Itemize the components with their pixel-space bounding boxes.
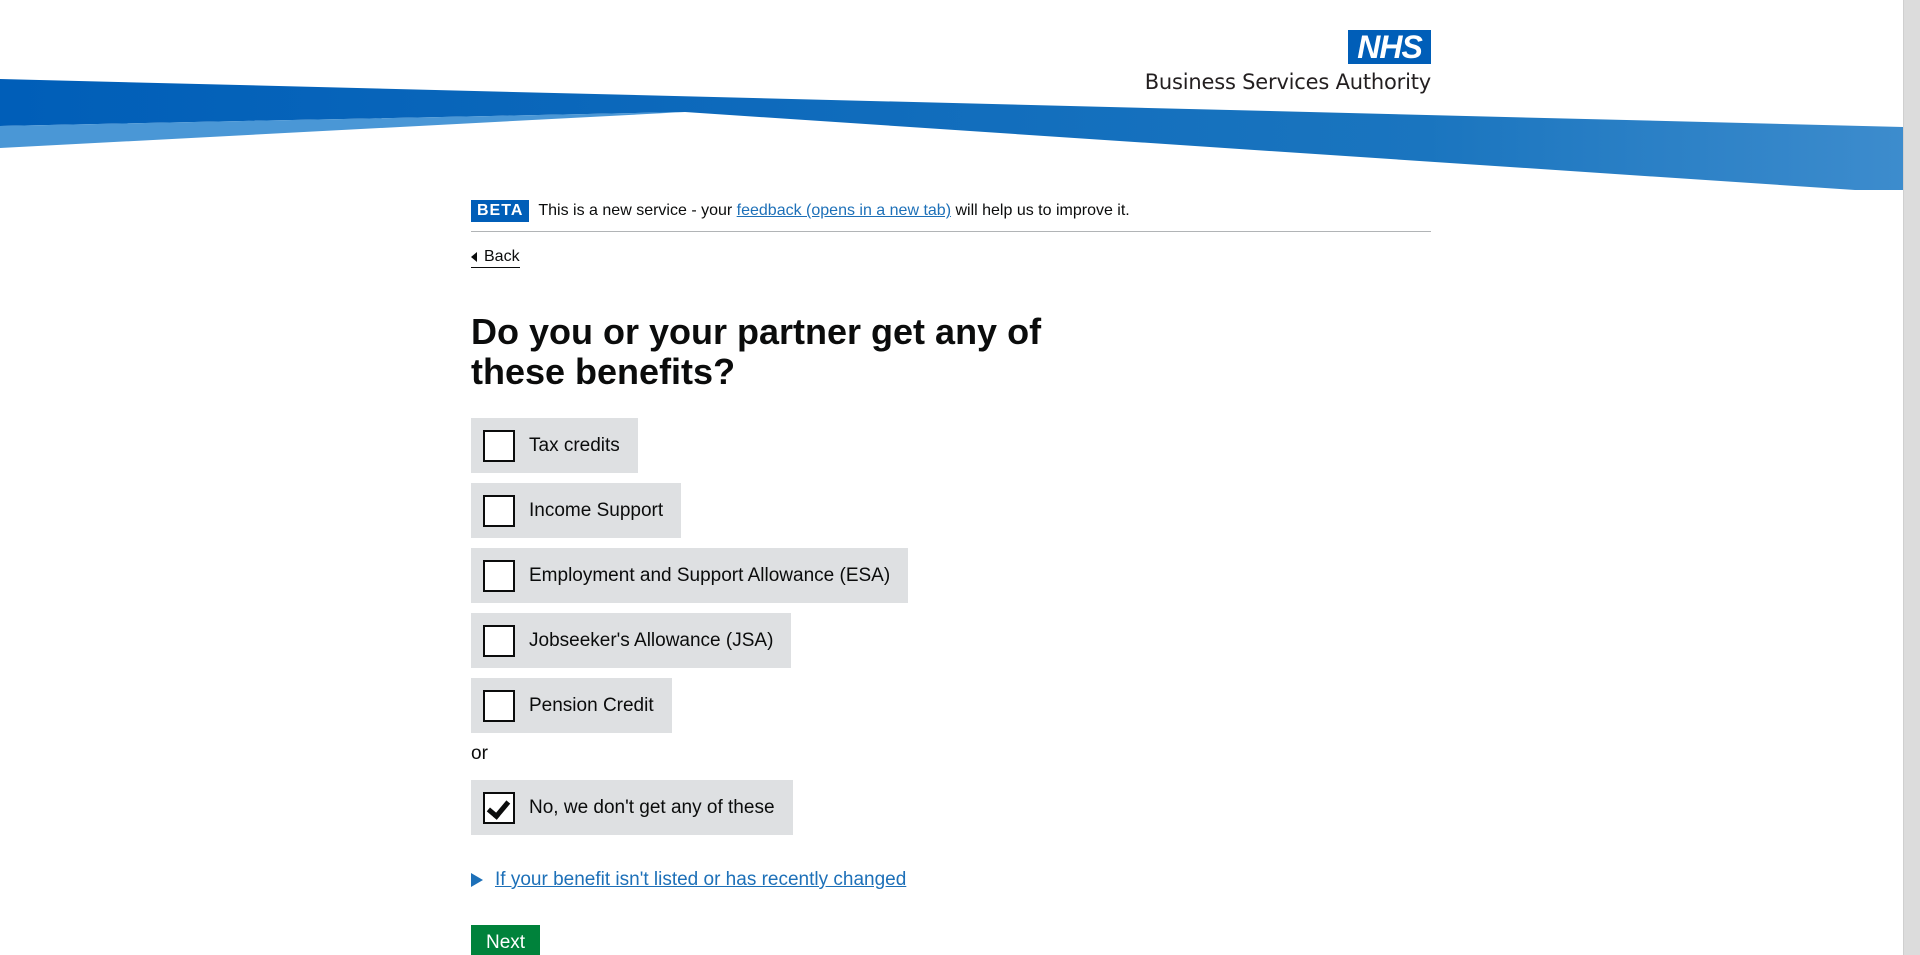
checkbox-jsa[interactable]	[483, 624, 515, 657]
option-jsa[interactable]: Jobseeker's Allowance (JSA)	[471, 613, 792, 668]
checkbox-pension-credit[interactable]	[483, 689, 515, 722]
beta-text-after: will help us to improve it.	[951, 202, 1130, 219]
checkbox-income-support[interactable]	[483, 494, 515, 527]
checkbox-esa[interactable]	[483, 559, 515, 592]
checkbox-none-checked[interactable]	[483, 791, 515, 824]
option-label: Pension Credit	[529, 694, 654, 716]
triangle-right-icon	[471, 873, 483, 887]
details-summary-link[interactable]: If your benefit isn't listed or has rece…	[495, 869, 906, 891]
beta-divider	[471, 231, 1431, 232]
beta-banner: BETA This is a new service - your feedba…	[471, 199, 1431, 223]
option-tax-credits[interactable]: Tax credits	[471, 418, 638, 473]
checkbox-tax-credits[interactable]	[483, 429, 515, 462]
beta-tag: BETA	[471, 200, 530, 222]
back-label: Back	[484, 248, 520, 265]
page-title: Do you or your partner get any of these …	[471, 311, 1042, 392]
page-scrollbar[interactable]	[1903, 0, 1920, 955]
nhsbsa-logo[interactable]: NHS Business Services Authority	[1129, 30, 1431, 98]
option-pension-credit[interactable]: Pension Credit	[471, 678, 672, 733]
feedback-link[interactable]: feedback (opens in a new tab)	[737, 202, 951, 219]
beta-text-before: This is a new service - your	[538, 202, 737, 219]
option-esa[interactable]: Employment and Support Allowance (ESA)	[471, 548, 909, 603]
option-label: Tax credits	[529, 434, 620, 456]
option-label: No, we don't get any of these	[529, 796, 775, 818]
back-link[interactable]: Back	[471, 247, 520, 268]
beta-message: This is a new service - your feedback (o…	[538, 202, 1129, 220]
or-separator: or	[471, 743, 488, 764]
option-label: Income Support	[529, 499, 664, 521]
main-content: BETA This is a new service - your feedba…	[471, 199, 1431, 955]
next-button[interactable]: Next	[471, 925, 541, 955]
org-name: Business Services Authority	[1144, 70, 1432, 94]
option-label: Jobseeker's Allowance (JSA)	[529, 629, 774, 651]
header-swoosh	[0, 79, 1903, 190]
nhs-logo-mark: NHS	[1348, 30, 1431, 64]
back-arrow-icon	[471, 252, 477, 262]
option-none[interactable]: No, we don't get any of these	[471, 780, 793, 835]
option-income-support[interactable]: Income Support	[471, 483, 682, 538]
benefits-checkbox-group: Tax credits Income Support Employment an…	[471, 418, 1431, 835]
option-label: Employment and Support Allowance (ESA)	[529, 564, 891, 586]
benefit-details-toggle[interactable]: If your benefit isn't listed or has rece…	[471, 869, 1431, 891]
